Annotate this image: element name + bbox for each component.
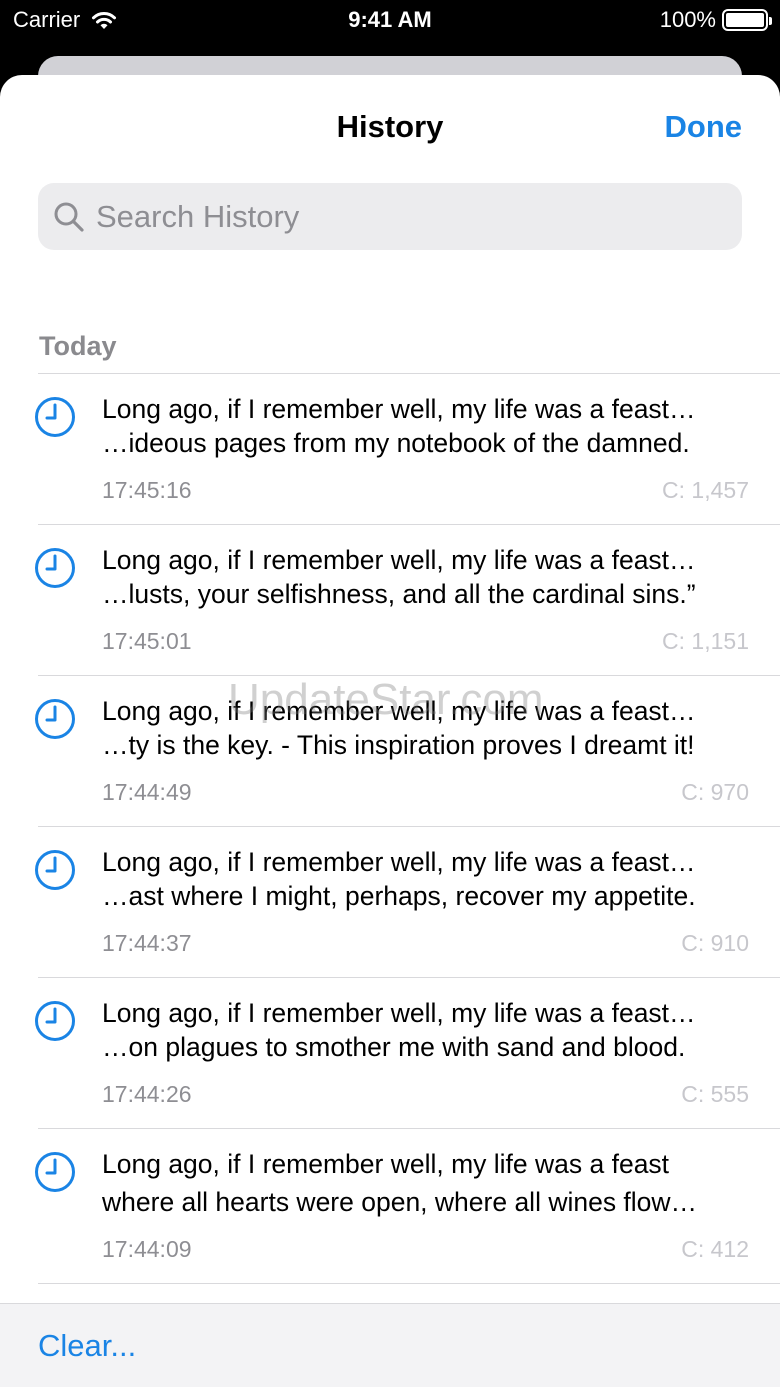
history-count: C: 1,457 [662,477,749,503]
history-text-line1: Long ago, if I remember well, my life wa… [102,847,696,877]
history-text-line2: …ty is the key. - This inspiration prove… [102,730,695,760]
history-text-line2: …lusts, your selfishness, and all the ca… [102,579,696,609]
search-bar[interactable] [38,183,742,250]
search-input[interactable] [96,198,716,235]
history-text-line2: where all hearts were open, where all wi… [102,1187,698,1217]
clock-icon [35,548,75,588]
bottom-toolbar: Clear... [0,1303,780,1387]
history-count: C: 412 [681,1236,749,1262]
history-row[interactable]: Long ago, if I remember well, my life wa… [0,676,780,827]
history-text-line1: Long ago, if I remember well, my life wa… [102,394,696,424]
history-count: C: 1,151 [662,628,749,654]
battery-fill [726,13,764,27]
history-time: 17:44:26 [102,1081,192,1107]
history-text-line1: Long ago, if I remember well, my life wa… [102,696,696,726]
clock-icon [35,850,75,890]
search-icon [54,202,84,232]
history-text-line1: Long ago, if I remember well, my life wa… [102,545,696,575]
screen: Carrier 9:41 AM 100% History Done Search… [0,0,780,1387]
history-time: 17:44:37 [102,930,192,956]
history-count: C: 555 [681,1081,749,1107]
clear-button[interactable]: Clear... [38,1328,136,1364]
clock-icon [35,699,75,739]
history-count: C: 910 [681,930,749,956]
history-text-line1: Long ago, if I remember well, my life wa… [102,998,696,1028]
status-bar: Carrier 9:41 AM 100% [0,0,780,40]
row-divider [38,1283,780,1284]
clock-icon [35,397,75,437]
history-text-line1: Long ago, if I remember well, my life wa… [102,1149,670,1179]
history-row[interactable]: Long ago, if I remember well, my life wa… [0,978,780,1129]
history-time: 17:45:01 [102,628,192,654]
battery-icon [722,9,772,31]
history-row[interactable]: Long ago, if I remember well, my life wa… [0,1129,780,1284]
history-text-line2: …on plagues to smother me with sand and … [102,1032,686,1062]
history-text-line2: …ast where I might, perhaps, recover my … [102,881,696,911]
history-time: 17:45:16 [102,477,192,503]
done-button[interactable]: Done [665,109,743,145]
history-row[interactable]: Long ago, if I remember well, my life wa… [0,525,780,676]
battery-cap [769,17,772,25]
history-time: 17:44:09 [102,1236,192,1262]
history-row[interactable]: Long ago, if I remember well, my life wa… [0,374,780,525]
history-count: C: 970 [681,779,749,805]
history-sheet: History Done Today Long ago, if I rememb… [0,75,780,1387]
page-title: History [336,109,444,144]
battery-percentage: 100% [659,7,716,32]
history-row[interactable]: Long ago, if I remember well, my life wa… [0,827,780,978]
history-list: Long ago, if I remember well, my life wa… [0,374,780,1284]
history-time: 17:44:49 [102,779,192,805]
section-header-today: Today [39,331,117,361]
history-text-line2: …ideous pages from my notebook of the da… [102,428,690,458]
clock-icon [35,1152,75,1192]
clock-icon [35,1001,75,1041]
status-right: 100% [659,7,772,33]
